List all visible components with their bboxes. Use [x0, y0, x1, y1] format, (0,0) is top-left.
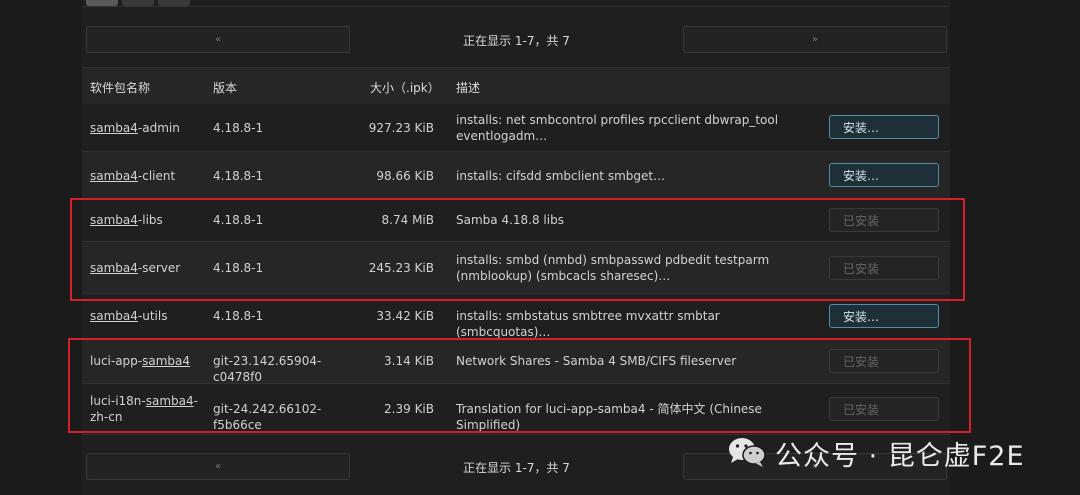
package-name: samba4-libs — [90, 213, 163, 227]
package-name: samba4-utils — [90, 309, 168, 323]
package-version: 4.18.8-1 — [213, 261, 264, 275]
package-link[interactable]: samba4 — [142, 354, 190, 368]
package-name: samba4-client — [90, 169, 176, 183]
header-name: 软件包名称 — [90, 81, 151, 95]
install-button[interactable]: 安装… — [829, 163, 939, 187]
table-row: luci-app-samba4 git-23.142.65904-c0478f0… — [82, 339, 950, 384]
package-description: installs: smbd (nmbd) smbpasswd pdbedit … — [456, 253, 770, 283]
package-description: installs: cifsdd smbclient smbget… — [456, 169, 666, 183]
package-name: luci-app-samba4 — [90, 354, 191, 368]
package-description: installs: net smbcontrol profiles rpccli… — [456, 113, 779, 143]
watermark-text: 公众号 · 昆仑虚F2E — [775, 440, 1025, 472]
package-link[interactable]: samba4 — [90, 121, 138, 135]
header-size: 大小（.ipk） — [370, 81, 440, 95]
description-link[interactable]: samba4 — [598, 402, 646, 416]
package-name: samba4-admin — [90, 121, 180, 135]
watermark: 公众号 · 昆仑虚F2E — [727, 436, 1025, 472]
table-row: samba4-utils 4.18.8-1 33.42 KiB installs… — [82, 294, 950, 339]
table-row: samba4-server 4.18.8-1 245.23 KiB instal… — [82, 242, 950, 294]
table-row: samba4-admin 4.18.8-1 927.23 KiB install… — [82, 104, 950, 152]
package-size: 3.14 KiB — [384, 354, 434, 368]
header-version: 版本 — [213, 81, 238, 95]
installed-button: 已安装 — [829, 349, 939, 373]
install-button[interactable]: 安装… — [829, 115, 939, 139]
package-link[interactable]: samba4 — [90, 213, 138, 227]
package-version: 4.18.8-1 — [213, 169, 264, 183]
installed-button: 已安装 — [829, 256, 939, 280]
package-version: git-23.142.65904-c0478f0 — [213, 354, 322, 384]
table-row: samba4-client 4.18.8-1 98.66 KiB install… — [82, 152, 950, 199]
wechat-icon — [727, 436, 767, 471]
install-button[interactable]: 安装… — [829, 304, 939, 328]
package-description: installs: smbstatus smbtree mvxattr smbt… — [456, 309, 720, 339]
installed-button: 已安装 — [829, 208, 939, 232]
package-name: luci-i18n-samba4- zh-cn — [90, 394, 198, 424]
table-row: samba4-libs 4.18.8-1 8.74 MiB Samba 4.18… — [82, 199, 950, 242]
package-size: 245.23 KiB — [368, 261, 434, 275]
pagination-top: « 正在显示 1-7，共 7 » — [86, 26, 947, 53]
package-size: 8.74 MiB — [381, 213, 434, 227]
package-link[interactable]: samba4 — [90, 261, 138, 275]
package-name: samba4-server — [90, 261, 181, 275]
package-version: git-24.242.66102-f5b66ce — [213, 402, 322, 432]
package-version: 4.18.8-1 — [213, 121, 264, 135]
table-header: 软件包名称 版本 大小（.ipk） 描述 — [82, 67, 950, 105]
package-description: Translation for luci-app-samba4 - 简体中文 (… — [456, 402, 762, 432]
package-size: 33.42 KiB — [376, 309, 434, 323]
table-row: luci-i18n-samba4- zh-cn git-24.242.66102-… — [82, 384, 950, 435]
package-link[interactable]: samba4 — [90, 169, 138, 183]
next-page-button[interactable]: » — [683, 26, 947, 53]
package-description: Network Shares - Samba 4 SMB/CIFS filese… — [456, 354, 737, 368]
package-size: 2.39 KiB — [384, 402, 434, 416]
package-description: Samba 4.18.8 libs — [456, 213, 564, 227]
package-size: 927.23 KiB — [368, 121, 434, 135]
package-link[interactable]: samba4 — [90, 309, 138, 323]
header-description: 描述 — [456, 81, 481, 95]
package-link[interactable]: samba4 — [146, 394, 194, 408]
divider — [82, 6, 950, 7]
package-version: 4.18.8-1 — [213, 309, 264, 323]
installed-button: 已安装 — [829, 397, 939, 421]
package-size: 98.66 KiB — [376, 169, 434, 183]
package-version: 4.18.8-1 — [213, 213, 264, 227]
